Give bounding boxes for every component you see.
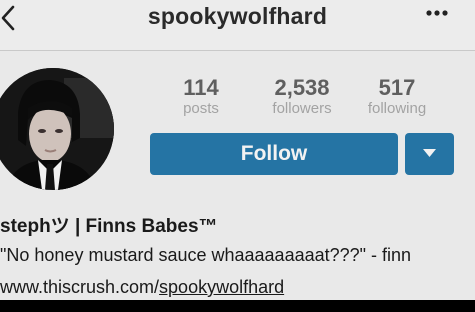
posts-stat[interactable]: 114 posts <box>146 76 256 118</box>
posts-count: 114 <box>183 75 219 100</box>
avatar-photo <box>0 68 114 190</box>
suggestions-dropdown-button[interactable] <box>405 133 454 175</box>
followers-label: followers <box>272 100 332 117</box>
profile-display-name: stephツ | Finns Babes™ <box>0 216 218 237</box>
link-domain: www.thiscrush.com/ <box>0 277 160 297</box>
follow-button[interactable]: Follow <box>150 133 398 175</box>
following-label: following <box>367 100 427 117</box>
link-path: spookywolfhard <box>159 277 285 297</box>
following-stat[interactable]: 517 following <box>342 76 452 118</box>
profile-bio: "No honey mustard sauce whaaaaaaaaat???"… <box>0 245 412 265</box>
caret-down-icon <box>423 149 436 157</box>
profile-screen: spookywolfhard 114 posts 2,538 followers <box>0 0 475 300</box>
top-navigation-bar: spookywolfhard <box>0 0 475 51</box>
more-dots-icon[interactable] <box>425 6 449 20</box>
followers-stat[interactable]: 2,538 followers <box>247 76 357 118</box>
profile-avatar[interactable] <box>0 68 114 190</box>
posts-label: posts <box>183 100 219 117</box>
profile-username-title: spookywolfhard <box>147 3 328 29</box>
profile-website-link[interactable]: www.thiscrush.com/spookywolfhard <box>0 277 284 298</box>
followers-count: 2,538 <box>274 75 330 100</box>
following-count: 517 <box>378 75 416 100</box>
